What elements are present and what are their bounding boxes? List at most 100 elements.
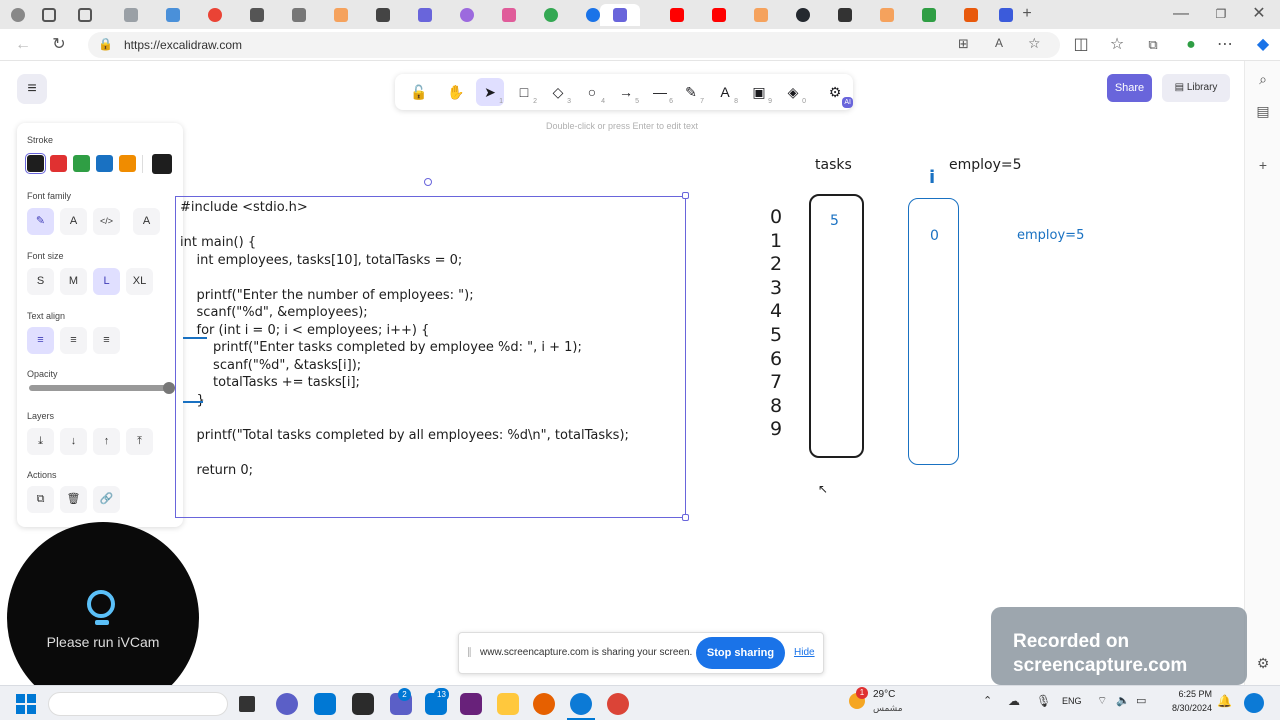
resize-handle[interactable] bbox=[682, 514, 689, 521]
tab-5[interactable] bbox=[280, 4, 318, 26]
notification-bell-icon[interactable]: 🔔 bbox=[1217, 694, 1232, 708]
search-icon[interactable]: ⌕ bbox=[1253, 69, 1273, 89]
tool-hand[interactable]: ✋ bbox=[442, 78, 470, 106]
font-size-xl-button[interactable]: XL bbox=[126, 268, 153, 295]
terminal-icon[interactable] bbox=[352, 693, 374, 715]
tool-ellipse[interactable]: ○ 4 bbox=[578, 78, 606, 106]
main-menu-button[interactable]: ≡ bbox=[17, 74, 47, 104]
tool-rectangle[interactable]: □ 2 bbox=[510, 78, 538, 106]
rotation-handle[interactable] bbox=[424, 178, 432, 186]
chrome-icon[interactable] bbox=[607, 693, 629, 715]
tool-image[interactable]: ▣ 9 bbox=[745, 78, 773, 106]
app-available-icon[interactable]: ⊞ bbox=[958, 36, 969, 52]
clock-date[interactable]: 8/30/2024 bbox=[1160, 703, 1212, 713]
language-indicator[interactable]: ENG bbox=[1062, 696, 1082, 706]
array-index-label[interactable]: 8 bbox=[770, 395, 782, 417]
connector-line[interactable] bbox=[183, 337, 207, 339]
tab-3[interactable] bbox=[196, 4, 234, 26]
profile-avatar[interactable] bbox=[4, 4, 32, 26]
tab-20[interactable] bbox=[952, 4, 990, 26]
array-index-label[interactable]: 6 bbox=[770, 348, 782, 370]
font-more-button[interactable]: A bbox=[133, 208, 160, 235]
more-menu-icon[interactable]: ⋯ bbox=[1214, 34, 1236, 56]
stroke-swatch-green[interactable] bbox=[73, 155, 90, 172]
tab-excalidraw-active[interactable] bbox=[600, 4, 640, 26]
connector-line[interactable] bbox=[183, 401, 203, 403]
split-screen-icon[interactable]: ◫ bbox=[1070, 34, 1092, 56]
duplicate-icon[interactable]: ⧉ bbox=[27, 486, 54, 513]
url-field[interactable]: 🔒 https://excalidraw.com ⊞ A ☆ bbox=[88, 32, 1060, 58]
array-index-label[interactable]: 3 bbox=[770, 277, 782, 299]
site-info-icon[interactable]: 🔒 bbox=[98, 37, 113, 51]
battery-icon[interactable]: ▭ bbox=[1136, 694, 1146, 707]
volume-icon[interactable]: 🔈 bbox=[1116, 694, 1130, 707]
tab-4[interactable] bbox=[238, 4, 276, 26]
i-value[interactable]: 0 bbox=[930, 228, 939, 244]
font-size-l-button[interactable]: L bbox=[93, 268, 120, 295]
tool-ai[interactable]: ⚙ AI bbox=[821, 78, 853, 108]
tab-17[interactable] bbox=[826, 4, 864, 26]
bring-to-front-icon[interactable]: ⤒ bbox=[126, 428, 153, 455]
tab-13[interactable] bbox=[658, 4, 696, 26]
tab-16[interactable] bbox=[784, 4, 822, 26]
tab-15[interactable] bbox=[742, 4, 780, 26]
stroke-swatch-blue[interactable] bbox=[96, 155, 113, 172]
opacity-slider[interactable] bbox=[29, 385, 173, 391]
tab-7[interactable] bbox=[364, 4, 402, 26]
align-left-button[interactable]: ≡ bbox=[27, 327, 54, 354]
chevron-up-icon[interactable]: ⌃ bbox=[983, 694, 992, 707]
delete-icon[interactable]: 🗑 bbox=[60, 486, 87, 513]
align-center-button[interactable]: ≡ bbox=[60, 327, 87, 354]
tasks-value[interactable]: 5 bbox=[830, 213, 839, 229]
taskbar-search-box[interactable] bbox=[48, 692, 228, 716]
tab-2[interactable] bbox=[154, 4, 192, 26]
stroke-swatch-red[interactable] bbox=[50, 155, 67, 172]
store-icon[interactable] bbox=[314, 693, 336, 715]
hide-link[interactable]: Hide bbox=[794, 647, 815, 658]
tab-6[interactable] bbox=[322, 4, 360, 26]
font-size-m-button[interactable]: M bbox=[60, 268, 87, 295]
tool-selection[interactable]: ➤ 1 bbox=[476, 78, 504, 106]
resize-handle[interactable] bbox=[682, 192, 689, 199]
extension-icon[interactable]: ● bbox=[1180, 34, 1202, 56]
align-right-button[interactable]: ≡ bbox=[93, 327, 120, 354]
teams-chat-icon[interactable] bbox=[276, 693, 298, 715]
tab-actions-button[interactable] bbox=[34, 4, 64, 26]
font-code-button[interactable]: </> bbox=[93, 208, 120, 235]
array-index-label[interactable]: 4 bbox=[770, 300, 782, 322]
tab-9[interactable] bbox=[448, 4, 486, 26]
array-index-label[interactable]: 0 bbox=[770, 206, 782, 228]
file-explorer-icon[interactable] bbox=[497, 693, 519, 715]
reload-button[interactable]: ↻ bbox=[48, 34, 70, 56]
font-hand-drawn-button[interactable]: ✎ bbox=[27, 208, 54, 235]
tool-text[interactable]: A8 bbox=[711, 78, 739, 106]
send-backward-icon[interactable]: ↓ bbox=[60, 428, 87, 455]
tool-line[interactable]: —6 bbox=[646, 78, 674, 106]
vertical-tabs-button[interactable] bbox=[70, 4, 100, 26]
array-index-label[interactable]: 7 bbox=[770, 371, 782, 393]
tab-8[interactable] bbox=[406, 4, 444, 26]
stop-sharing-button[interactable]: Stop sharing bbox=[696, 637, 785, 669]
tab-19[interactable] bbox=[910, 4, 948, 26]
tasks-array-box[interactable] bbox=[809, 194, 864, 458]
copilot-taskbar-icon[interactable] bbox=[1244, 693, 1264, 713]
task-view-icon[interactable] bbox=[239, 696, 255, 712]
close-window-button[interactable]: ✕ bbox=[1248, 3, 1270, 25]
tool-diamond[interactable]: ◇ 3 bbox=[544, 78, 572, 106]
new-tab-button[interactable]: + bbox=[1016, 3, 1038, 25]
tool-eraser[interactable]: ◈ 0 bbox=[779, 78, 807, 106]
visual-studio-icon[interactable] bbox=[460, 693, 482, 715]
maximize-button[interactable]: ❐ bbox=[1210, 3, 1232, 25]
weather-temp[interactable]: 29°C bbox=[873, 689, 895, 700]
stroke-swatch-current[interactable] bbox=[152, 154, 172, 174]
font-normal-button[interactable]: A bbox=[60, 208, 87, 235]
wifi-icon[interactable]: ⌔ bbox=[1097, 694, 1107, 708]
outlook-icon[interactable]: ▤ bbox=[1253, 101, 1273, 121]
drag-handle-icon[interactable]: ∥ bbox=[467, 647, 472, 658]
array-index-label[interactable]: 5 bbox=[770, 324, 782, 346]
cloud-icon[interactable]: ☁ bbox=[1008, 694, 1020, 708]
tab-11[interactable] bbox=[532, 4, 570, 26]
back-button[interactable]: ← bbox=[12, 34, 34, 56]
windows-start-icon[interactable] bbox=[16, 694, 36, 714]
employ-value-note[interactable]: employ=5 bbox=[1017, 228, 1084, 243]
